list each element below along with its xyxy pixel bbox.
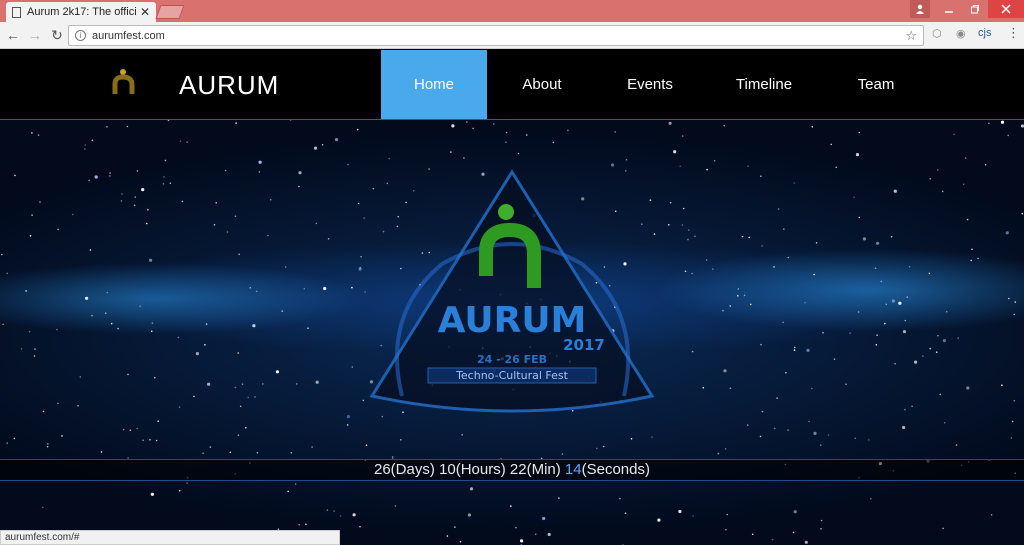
emblem-dates: 24 - 26 FEB	[477, 353, 547, 366]
countdown-seconds-unit: (Seconds)	[581, 461, 650, 478]
site-navbar: AURUM Home About Events Timeline Team	[0, 50, 1024, 119]
aurum-logo-icon[interactable]	[108, 66, 142, 100]
emblem-tagline: Techno-Cultural Fest	[455, 369, 569, 382]
tab-title: Aurum 2k17: The official	[27, 6, 136, 18]
page-icon	[12, 6, 21, 18]
close-window-icon[interactable]	[988, 0, 1024, 18]
extension-icon[interactable]: cjs	[978, 27, 991, 39]
restore-icon[interactable]	[962, 0, 988, 18]
star-icon[interactable]: ☆	[905, 28, 917, 44]
nav-events[interactable]: Events	[607, 50, 693, 119]
address-bar[interactable]: i aurumfest.com ☆	[68, 25, 924, 46]
emblem-title: AURUM	[438, 300, 587, 341]
nav-team[interactable]: Team	[836, 50, 916, 119]
window-controls	[910, 0, 1024, 18]
brand-name[interactable]: AURUM	[179, 70, 279, 101]
back-icon[interactable]: ←	[2, 27, 24, 43]
extension-icon[interactable]: ◉	[956, 27, 966, 40]
emblem-year: 2017	[563, 336, 605, 354]
tab-close-icon[interactable]: ✕	[140, 5, 150, 19]
nav-timeline[interactable]: Timeline	[719, 50, 809, 119]
aurum-emblem: AURUM 2017 24 - 26 FEB Techno-Cultural F…	[369, 169, 655, 413]
hero-section: AURUM 2017 24 - 26 FEB Techno-Cultural F…	[0, 119, 1024, 545]
new-tab-button[interactable]	[155, 5, 185, 19]
browser-title-bar: Aurum 2k17: The official ✕	[0, 0, 1024, 22]
browser-toolbar: ← → ↻ i aurumfest.com ☆ ⬡ ◉ cjs ⋮	[0, 22, 1024, 49]
url-text: aurumfest.com	[92, 29, 165, 42]
nav-about[interactable]: About	[499, 50, 585, 119]
browser-tab[interactable]: Aurum 2k17: The official ✕	[6, 2, 156, 22]
countdown-hours: 10(Hours)	[439, 461, 506, 478]
menu-icon[interactable]: ⋮	[1007, 25, 1020, 41]
info-icon[interactable]: i	[75, 30, 86, 41]
extension-icon[interactable]: ⬡	[932, 27, 942, 40]
countdown-days: 26(Days)	[374, 461, 435, 478]
status-bar-url: aurumfest.com/#	[0, 530, 340, 545]
user-icon[interactable]	[910, 0, 930, 18]
countdown-minutes: 22(Min)	[509, 461, 561, 478]
reload-icon[interactable]: ↻	[46, 27, 68, 44]
countdown-timer: 26(Days) 10(Hours) 22(Min) 14(Seconds)	[0, 459, 1024, 481]
countdown-seconds-value: 14	[564, 461, 582, 478]
minimize-icon[interactable]	[936, 0, 962, 18]
forward-icon[interactable]: →	[24, 27, 46, 43]
nav-home[interactable]: Home	[381, 50, 487, 119]
